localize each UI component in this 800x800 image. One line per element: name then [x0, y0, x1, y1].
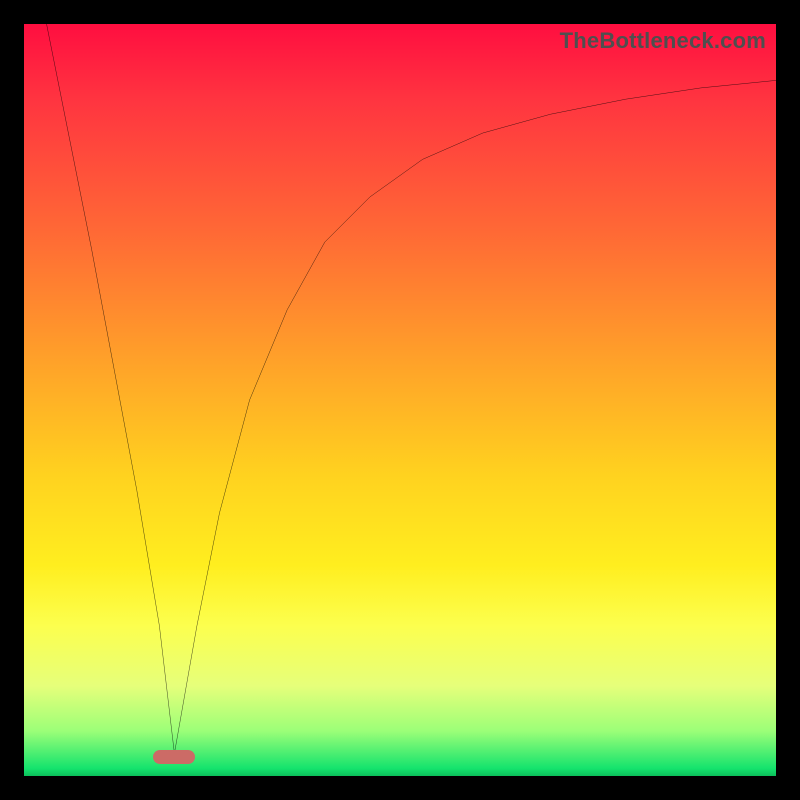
curve-layer [24, 24, 776, 776]
plot-area: TheBottleneck.com [24, 24, 776, 776]
curve-path [47, 24, 776, 753]
chart-frame: TheBottleneck.com [0, 0, 800, 800]
valley-marker [153, 750, 195, 764]
